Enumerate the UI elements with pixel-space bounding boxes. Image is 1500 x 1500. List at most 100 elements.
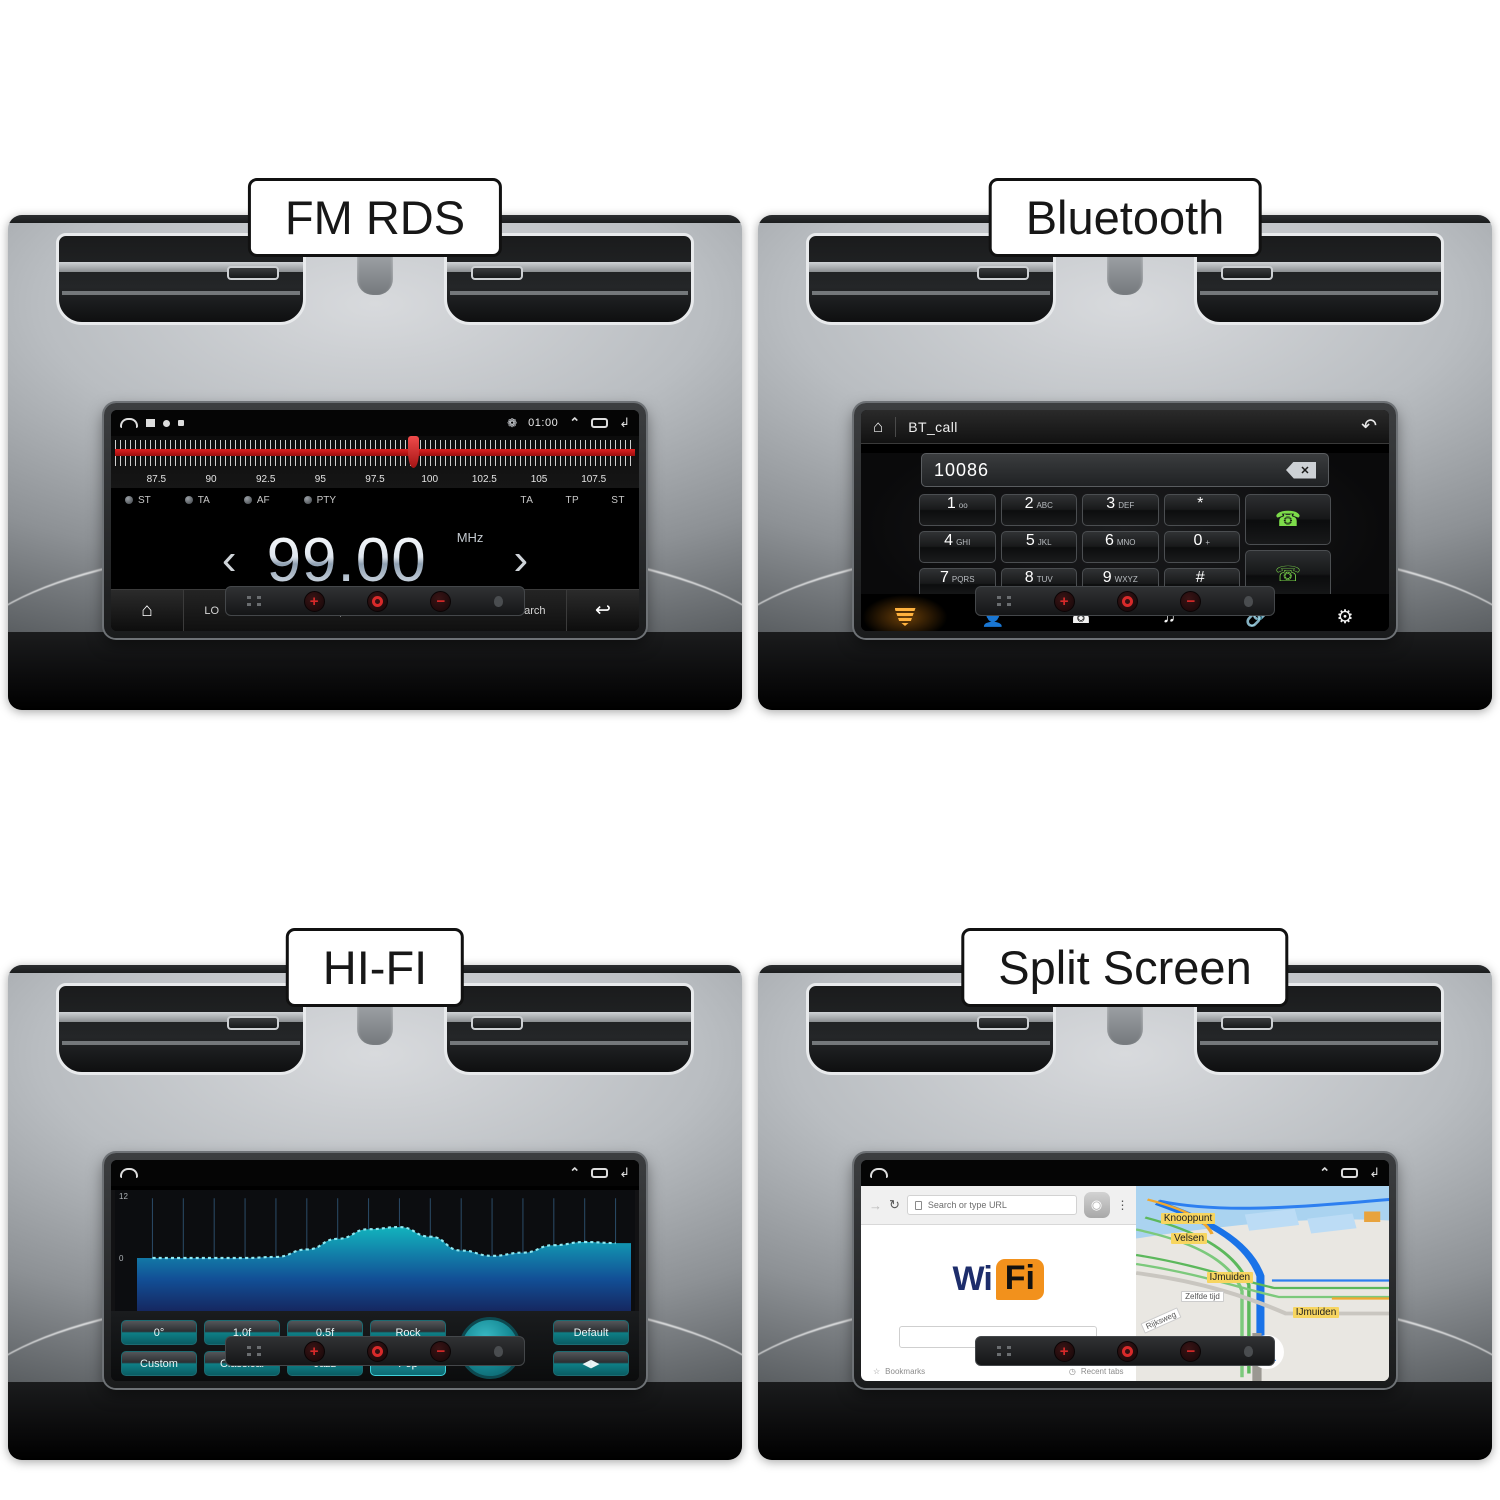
phone-number-value: 10086: [934, 459, 990, 480]
status-bar-split: ⌃ ↲: [861, 1160, 1389, 1186]
chevron-up-icon[interactable]: ⌃: [569, 415, 580, 431]
rds-label: PTY: [316, 494, 337, 506]
back-arrow-icon[interactable]: ↩: [567, 599, 639, 622]
eq-y-label: 0: [119, 1254, 124, 1264]
key-digit: 3: [1106, 495, 1116, 512]
power-ring: [371, 1345, 383, 1357]
grid-icon[interactable]: [247, 1346, 262, 1356]
fm-tuning-cursor[interactable]: [407, 436, 419, 468]
dash-lower-trim: [8, 632, 742, 710]
vent-knob-right: [1221, 1016, 1273, 1030]
eq-col-1: 0° Custom: [121, 1320, 197, 1376]
power-icon[interactable]: [366, 590, 388, 612]
air-vent-right: [444, 983, 694, 1075]
recents-icon[interactable]: [591, 418, 609, 428]
rds-toggle-st[interactable]: ST: [125, 495, 151, 506]
microphone-icon: [493, 1345, 503, 1357]
volume-up-button[interactable]: +: [303, 590, 325, 612]
grid-icon[interactable]: [997, 596, 1012, 606]
key-digit: 5: [1025, 532, 1035, 549]
eq-button-custom[interactable]: Custom: [121, 1351, 197, 1376]
head-unit-fm: ❁ 01:00 ⌃ ↲ 87.5 90 92.5 95 97.5 100 102…: [104, 403, 646, 638]
home-icon[interactable]: ⌂: [873, 416, 897, 437]
key-letters: ABC: [1036, 501, 1053, 510]
fm-tuning-scale[interactable]: 87.5 90 92.5 95 97.5 100 102.5 105 107.5: [111, 436, 639, 488]
dialpad-key-6[interactable]: 6 MNO: [1082, 531, 1159, 563]
lo-button[interactable]: LO: [204, 605, 219, 617]
key-digit: 9: [1102, 569, 1112, 586]
microphone-icon: [1243, 595, 1253, 607]
back-icon[interactable]: ↲: [1369, 1165, 1380, 1181]
home-icon[interactable]: ⌂: [111, 600, 183, 622]
star-icon: ☆: [873, 1367, 881, 1376]
key-letters: PQRS: [951, 575, 975, 584]
eq-plot-area[interactable]: [137, 1194, 631, 1322]
recents-icon[interactable]: [1341, 1168, 1359, 1178]
grid-icon[interactable]: [997, 1346, 1012, 1356]
rds-status-ta: TA: [520, 494, 534, 506]
tabs-icon[interactable]: ◉: [1083, 1192, 1110, 1218]
frequency-unit: MHz: [456, 530, 484, 545]
back-icon[interactable]: ↲: [619, 1165, 630, 1181]
reload-icon[interactable]: ↻: [889, 1197, 900, 1213]
eq-curve-svg: [137, 1198, 631, 1322]
rds-toggle-pty[interactable]: PTY: [303, 494, 337, 506]
dialpad-keys: 1 oo 2 ABC 3 DEF * 4 GHI 5 JKL 6 MNO 0 + 7 PQRS …: [919, 494, 1240, 600]
backspace-icon[interactable]: ✕: [1286, 461, 1316, 479]
recent-tabs-link[interactable]: ◷ Recent tabs: [1069, 1367, 1124, 1376]
volume-down-button[interactable]: −: [1180, 590, 1202, 612]
chevron-right-icon[interactable]: ›: [513, 538, 528, 582]
head-unit-hifi: ⌃ ↲ 12 0 -12: [104, 1153, 646, 1388]
vent-knob-left: [227, 1016, 279, 1030]
volume-down-button[interactable]: −: [430, 1340, 452, 1362]
key-digit: 7: [939, 569, 949, 586]
wifi-logo-fi: Fi: [995, 1259, 1044, 1300]
volume-down-button[interactable]: −: [430, 590, 452, 612]
volume-up-button[interactable]: +: [1053, 1340, 1075, 1362]
settings-gear-icon[interactable]: ⚙: [1301, 594, 1389, 631]
grid-icon[interactable]: [247, 596, 262, 606]
dialpad-icon[interactable]: [861, 594, 949, 631]
rds-left-group: ST TA AF PTY: [125, 495, 336, 506]
key-digit: 6: [1104, 532, 1114, 549]
power-icon[interactable]: [366, 1340, 388, 1362]
rds-toggle-ta[interactable]: TA: [184, 495, 210, 506]
key-letters: oo: [958, 501, 968, 510]
chevron-left-icon[interactable]: ‹: [222, 538, 237, 582]
dialpad-key-2[interactable]: 2 ABC: [1000, 494, 1077, 526]
balance-speaker-icon[interactable]: ◀▶: [553, 1351, 629, 1376]
back-icon[interactable]: ↲: [619, 415, 630, 431]
dialpad-key-star[interactable]: *: [1163, 494, 1240, 526]
dashboard-split: ⌃ ↲ → ↻ Search or type URL ◉ ⋮ Wi Fi ☆ B…: [758, 965, 1492, 1460]
eq-button-default[interactable]: Default: [553, 1320, 629, 1345]
bookmarks-link[interactable]: ☆ Bookmarks: [873, 1367, 925, 1376]
chevron-up-icon[interactable]: ⌃: [569, 1165, 580, 1181]
key-letters: GHI: [956, 538, 971, 547]
power-icon[interactable]: [1116, 590, 1138, 612]
dialpad-key-1[interactable]: 1 oo: [919, 494, 996, 526]
back-arrow-icon[interactable]: ↶: [1361, 415, 1377, 438]
bluetooth-icon: ❁: [507, 416, 518, 430]
chevron-up-icon[interactable]: ⌃: [1319, 1165, 1330, 1181]
search-input[interactable]: Search or type URL: [906, 1195, 1077, 1215]
volume-down-button[interactable]: −: [1180, 1340, 1202, 1362]
forward-arrow-icon[interactable]: →: [869, 1198, 882, 1213]
eq-button-balance-front[interactable]: 0°: [121, 1320, 197, 1345]
rds-toggle-af[interactable]: AF: [243, 495, 270, 506]
call-icon[interactable]: ☎: [1245, 494, 1331, 545]
dialpad-key-3[interactable]: 3 DEF: [1082, 494, 1159, 526]
dialpad-key-5[interactable]: 5 JKL: [1000, 531, 1077, 563]
clock-label: 01:00: [528, 417, 559, 429]
overflow-menu-icon[interactable]: ⋮: [1117, 1198, 1129, 1212]
recents-icon[interactable]: [591, 1168, 609, 1178]
volume-up-button[interactable]: +: [1053, 590, 1075, 612]
browser-toolbar: → ↻ Search or type URL ◉ ⋮: [861, 1186, 1136, 1225]
fm-tick-label: 107.5: [581, 474, 607, 485]
phone-number-field[interactable]: 10086 ✕: [921, 453, 1329, 487]
dialpad-key-0[interactable]: 0 +: [1163, 531, 1240, 563]
fm-tick-label: 95: [314, 474, 326, 485]
fm-tick-label: 100: [421, 474, 439, 485]
power-icon[interactable]: [1116, 1340, 1138, 1362]
dialpad-key-4[interactable]: 4 GHI: [919, 531, 996, 563]
volume-up-button[interactable]: +: [303, 1340, 325, 1362]
